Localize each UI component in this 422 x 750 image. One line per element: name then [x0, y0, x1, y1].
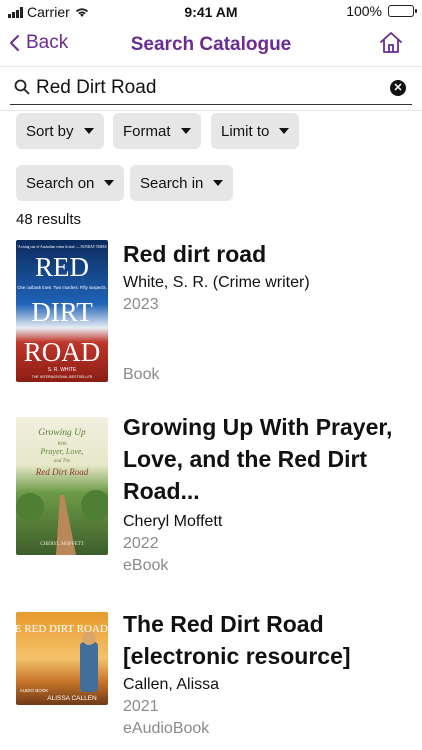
limit-to-label: Limit to	[221, 122, 270, 140]
battery-percent: 100%	[346, 3, 382, 19]
cover-title-line: DIRT	[31, 297, 93, 327]
results-count: 48 results	[16, 211, 82, 228]
sort-by-label: Sort by	[26, 122, 74, 140]
result-title[interactable]: Growing Up With Prayer, Love, and the Re…	[123, 411, 413, 507]
result-author: White, S. R. (Crime writer)	[123, 274, 310, 291]
back-label: Back	[26, 32, 69, 53]
result-author: Callen, Alissa	[123, 676, 220, 693]
home-icon[interactable]	[378, 30, 404, 56]
cover-title: THE RED DIRT ROAD	[16, 623, 108, 635]
book-cover[interactable]: 'A rising star of Australian crime ficti…	[16, 240, 108, 382]
result-format: eAudioBook	[123, 720, 210, 737]
cover-tagline: One outback town. Two murders. Fifty sus…	[17, 285, 106, 290]
cover-bottom-text: THE INTERNATIONAL BESTSELLER	[32, 375, 93, 379]
search-icon	[14, 79, 30, 95]
result-year: 2023	[123, 296, 159, 313]
status-right: 100%	[346, 3, 417, 19]
sort-by-button[interactable]: Sort by	[16, 113, 104, 149]
book-cover[interactable]: THE RED DIRT ROAD AUDIO BOOK ALISSA CALL…	[16, 612, 108, 705]
divider	[0, 110, 422, 111]
format-label: Format	[123, 122, 171, 140]
result-format: Book	[123, 366, 160, 383]
caret-down-icon	[104, 180, 115, 186]
caret-down-icon	[180, 128, 191, 134]
caret-down-icon	[279, 128, 290, 134]
result-author: Cheryl Moffett	[123, 513, 223, 530]
back-button[interactable]: Back	[8, 32, 68, 54]
search-on-label: Search on	[26, 174, 95, 192]
search-on-button[interactable]: Search on	[16, 165, 125, 201]
limit-to-button[interactable]: Limit to	[211, 113, 300, 149]
cover-title-line: ROAD	[24, 337, 101, 367]
cover-quote: 'A rising star of Australian crime ficti…	[17, 245, 106, 249]
caret-down-icon	[83, 128, 94, 134]
result-info: Growing Up With Prayer, Love, and the Re…	[123, 411, 413, 577]
search-bar: ✕	[10, 72, 412, 105]
format-button[interactable]: Format	[113, 113, 201, 149]
chevron-left-icon	[10, 35, 19, 51]
cover-title-line: RED	[35, 252, 89, 282]
caret-down-icon	[213, 180, 224, 186]
cover-author: CHERYL MOFFETT	[40, 542, 84, 547]
result-year: 2021	[123, 698, 159, 715]
result-title[interactable]: Red dirt road	[123, 238, 413, 270]
result-info: Red dirt road White, S. R. (Crime writer…	[123, 238, 413, 386]
cover-line: and The	[54, 459, 71, 464]
battery-icon	[388, 5, 417, 17]
cover-line: Prayer, Love,	[40, 447, 84, 456]
search-input[interactable]	[36, 74, 376, 102]
cover-author: S. R. WHITE	[48, 367, 77, 373]
cover-line: Red Dirt Road	[35, 467, 89, 477]
result-format: eBook	[123, 557, 169, 574]
result-title[interactable]: The Red Dirt Road [electronic resource]	[123, 608, 413, 672]
result-info: The Red Dirt Road [electronic resource] …	[123, 608, 413, 740]
close-icon: ✕	[393, 82, 403, 94]
search-in-label: Search in	[140, 174, 204, 192]
cover-author: ALISSA CALLEN	[47, 695, 97, 702]
nav-bar: Back Search Catalogue	[0, 24, 422, 67]
result-year: 2022	[123, 535, 159, 552]
status-bar: Carrier 9:41 AM 100%	[0, 0, 422, 24]
search-in-button[interactable]: Search in	[130, 165, 234, 201]
book-cover[interactable]: Growing Up With Prayer, Love, and The Re…	[16, 417, 108, 555]
cover-line: Growing Up	[38, 428, 86, 438]
clear-search-button[interactable]: ✕	[390, 80, 406, 96]
cover-badge: AUDIO BOOK	[20, 688, 49, 693]
